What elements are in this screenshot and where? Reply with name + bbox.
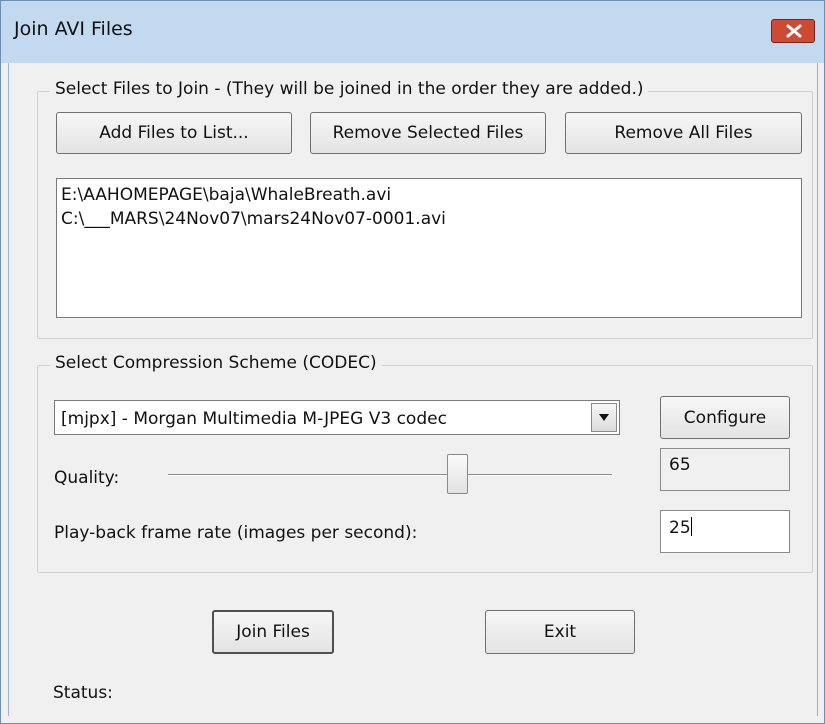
list-item[interactable]: C:\___MARS\24Nov07\mars24Nov07-0001.avi [61, 207, 797, 231]
remove-all-files-button[interactable]: Remove All Files [565, 112, 802, 154]
files-group: Select Files to Join - (They will be joi… [37, 79, 813, 339]
status-label: Status: [53, 683, 113, 703]
title-bar[interactable]: Join AVI Files [1, 1, 824, 63]
quality-value-field: 65 [660, 448, 790, 491]
text-caret [690, 517, 692, 536]
dialog-body: Select Files to Join - (They will be joi… [8, 63, 818, 716]
close-x-icon [786, 24, 802, 38]
codec-group-legend: Select Compression Scheme (CODEC) [50, 353, 382, 373]
codec-select-value: [mjpx] - Morgan Multimedia M-JPEG V3 cod… [61, 409, 447, 429]
configure-button[interactable]: Configure [660, 396, 790, 439]
remove-selected-files-button[interactable]: Remove Selected Files [310, 112, 546, 154]
list-item[interactable]: E:\AAHOMEPAGE\baja\WhaleBreath.avi [61, 183, 797, 207]
exit-button[interactable]: Exit [485, 610, 635, 654]
codec-dropdown-button[interactable] [591, 403, 617, 432]
join-files-button[interactable]: Join Files [212, 610, 334, 654]
window-title: Join AVI Files [14, 18, 133, 40]
codec-select[interactable]: [mjpx] - Morgan Multimedia M-JPEG V3 cod… [54, 400, 620, 435]
framerate-label: Play-back frame rate (images per second)… [54, 523, 418, 543]
codec-group: Select Compression Scheme (CODEC) [mjpx]… [37, 353, 813, 573]
file-list[interactable]: E:\AAHOMEPAGE\baja\WhaleBreath.avi C:\__… [56, 178, 802, 318]
add-files-button[interactable]: Add Files to List... [56, 112, 292, 154]
quality-label: Quality: [54, 468, 120, 488]
framerate-input[interactable]: 25 [660, 510, 790, 553]
close-button[interactable] [771, 19, 815, 43]
quality-slider-track[interactable] [168, 474, 612, 476]
quality-slider-thumb[interactable] [446, 454, 468, 494]
join-avi-window: Join AVI Files Select Files to Join - (T… [0, 0, 825, 724]
chevron-down-icon [599, 414, 609, 421]
files-group-legend: Select Files to Join - (They will be joi… [50, 79, 649, 99]
